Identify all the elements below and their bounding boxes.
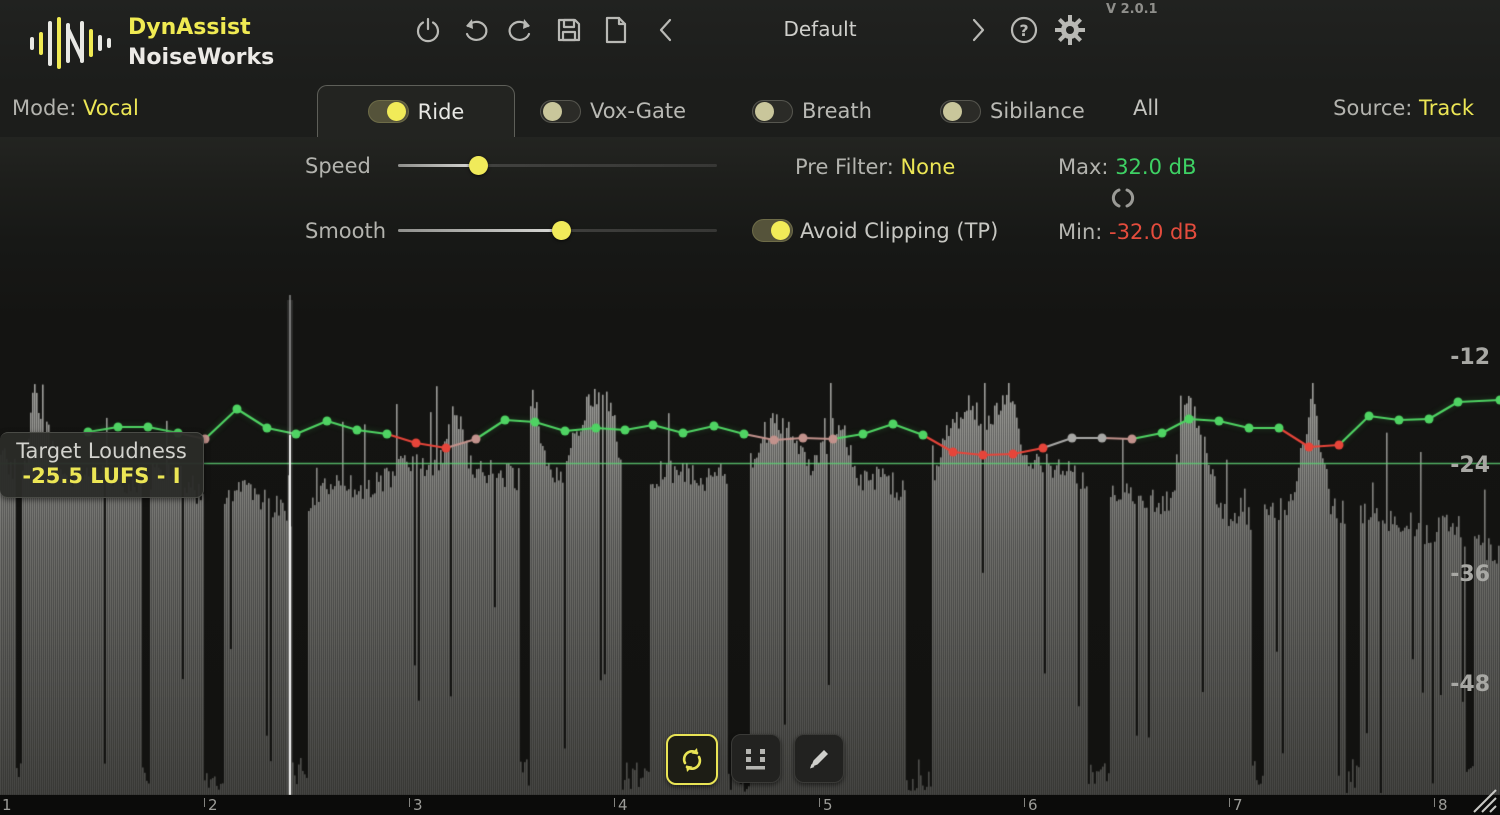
ruler-tick bbox=[1434, 798, 1435, 807]
tab-breath[interactable]: Breath bbox=[752, 99, 872, 123]
tab-breath-label: Breath bbox=[802, 99, 872, 123]
db-axis-label: -12 bbox=[1450, 345, 1490, 370]
slider-fill bbox=[398, 229, 562, 232]
save-icon[interactable] bbox=[551, 12, 587, 48]
tab-sibilance-label: Sibilance bbox=[990, 99, 1085, 123]
plugin-window: DynAssist NoiseWorks Default ? bbox=[0, 0, 1500, 815]
header-bar: DynAssist NoiseWorks Default ? bbox=[0, 0, 1500, 85]
resize-handle-icon[interactable] bbox=[1468, 786, 1498, 814]
svg-text:?: ? bbox=[1019, 21, 1028, 40]
ruler-number: 8 bbox=[1438, 796, 1448, 814]
db-axis-label: -48 bbox=[1450, 672, 1490, 697]
preset-name[interactable]: Default bbox=[700, 17, 940, 41]
toggle-knob bbox=[755, 102, 774, 121]
min-label: Min: bbox=[1058, 220, 1102, 244]
db-axis-label: -24 bbox=[1450, 453, 1490, 478]
ruler-tick bbox=[614, 798, 615, 807]
speed-slider[interactable] bbox=[398, 164, 717, 167]
pre-filter-control[interactable]: Pre Filter: None bbox=[795, 155, 955, 179]
source-label: Source: bbox=[1333, 96, 1412, 120]
ruler-tick bbox=[204, 798, 205, 807]
toggle-knob bbox=[771, 221, 790, 240]
min-gain-control[interactable]: Min: -32.0 dB bbox=[1058, 220, 1198, 244]
target-loudness-value: -25.5 LUFS - I bbox=[0, 464, 203, 488]
undo-icon[interactable] bbox=[457, 12, 493, 48]
pre-filter-label: Pre Filter: bbox=[795, 155, 894, 179]
tab-ride[interactable]: Ride bbox=[317, 85, 515, 137]
next-preset-icon[interactable] bbox=[960, 12, 996, 48]
tab-all[interactable]: All bbox=[1133, 96, 1159, 120]
settings-icon[interactable] bbox=[1052, 12, 1088, 48]
company-name: NoiseWorks bbox=[128, 45, 274, 70]
mode-label-text: Mode: bbox=[12, 96, 76, 120]
vox-gate-toggle[interactable] bbox=[540, 100, 581, 123]
ruler-number: 7 bbox=[1233, 796, 1243, 814]
max-gain-control[interactable]: Max: 32.0 dB bbox=[1058, 155, 1196, 179]
unlink-range-icon[interactable] bbox=[1106, 187, 1140, 209]
source-value: Track bbox=[1419, 96, 1474, 120]
ruler-number: 6 bbox=[1028, 796, 1038, 814]
breath-toggle[interactable] bbox=[752, 100, 793, 123]
view-button-row bbox=[666, 734, 844, 785]
power-icon[interactable] bbox=[410, 12, 446, 48]
speed-label: Speed bbox=[305, 154, 371, 178]
ruler-tick bbox=[409, 798, 410, 807]
ruler-tick bbox=[1024, 798, 1025, 807]
ruler-number: 2 bbox=[208, 796, 218, 814]
smooth-slider[interactable] bbox=[398, 229, 717, 232]
slider-fill bbox=[398, 164, 478, 167]
ruler-number: 5 bbox=[823, 796, 833, 814]
tab-ride-label: Ride bbox=[418, 100, 465, 124]
edit-pencil-button[interactable] bbox=[794, 734, 844, 783]
version-label: V 2.0.1 bbox=[1106, 2, 1158, 17]
auto-sync-icon bbox=[678, 746, 706, 774]
avoid-clipping-toggle[interactable] bbox=[752, 219, 793, 242]
pre-filter-value: None bbox=[900, 155, 955, 179]
prev-preset-icon[interactable] bbox=[648, 12, 684, 48]
max-value: 32.0 dB bbox=[1115, 155, 1196, 179]
db-axis-label: -36 bbox=[1450, 562, 1490, 587]
max-label: Max: bbox=[1058, 155, 1109, 179]
marquee-select-button[interactable] bbox=[731, 734, 781, 783]
slider-knob[interactable] bbox=[469, 156, 488, 175]
edit-pencil-icon bbox=[806, 746, 832, 772]
mode-label: Mode: Vocal bbox=[12, 96, 139, 120]
timeline-ruler[interactable]: 1 2 3 4 5 6 7 8 bbox=[0, 795, 1500, 815]
tab-vox-gate[interactable]: Vox-Gate bbox=[540, 99, 686, 123]
brand-title: DynAssist bbox=[128, 15, 251, 40]
help-icon[interactable]: ? bbox=[1006, 12, 1042, 48]
source-selector[interactable]: Source: Track bbox=[1333, 96, 1474, 120]
smooth-label: Smooth bbox=[305, 219, 386, 243]
toggle-knob bbox=[387, 102, 406, 121]
min-value: -32.0 dB bbox=[1109, 220, 1198, 244]
target-loudness-box[interactable]: Target Loudness -25.5 LUFS - I bbox=[0, 432, 204, 498]
new-file-icon[interactable] bbox=[598, 12, 634, 48]
tab-bar: Mode: Vocal Ride Vox-Gate Breath Sibilan… bbox=[0, 85, 1500, 137]
ruler-number: 3 bbox=[413, 796, 423, 814]
sibilance-toggle[interactable] bbox=[940, 100, 981, 123]
redo-icon[interactable] bbox=[503, 12, 539, 48]
toggle-knob bbox=[943, 102, 962, 121]
avoid-clipping-label: Avoid Clipping (TP) bbox=[800, 219, 998, 243]
target-loudness-title: Target Loudness bbox=[0, 439, 203, 463]
ruler-number: 1 bbox=[2, 796, 12, 814]
noiseworks-logo-icon bbox=[28, 15, 114, 71]
mode-value: Vocal bbox=[83, 96, 139, 120]
ride-toggle[interactable] bbox=[368, 100, 409, 123]
ruler-number: 4 bbox=[618, 796, 628, 814]
auto-sync-button[interactable] bbox=[666, 734, 718, 785]
tab-sibilance[interactable]: Sibilance bbox=[940, 99, 1085, 123]
toggle-knob bbox=[543, 102, 562, 121]
tab-vox-gate-label: Vox-Gate bbox=[590, 99, 686, 123]
ruler-tick bbox=[819, 798, 820, 807]
ruler-tick bbox=[1229, 798, 1230, 807]
marquee-select-icon bbox=[743, 746, 769, 772]
